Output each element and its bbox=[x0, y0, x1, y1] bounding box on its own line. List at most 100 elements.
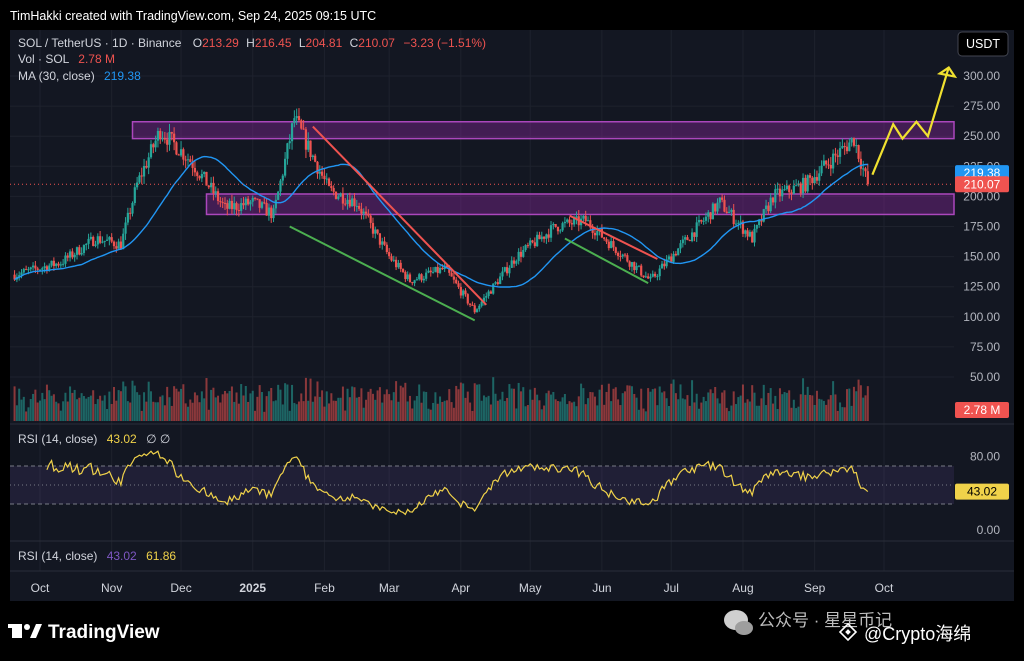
candle-body bbox=[73, 254, 76, 258]
volume-bar bbox=[304, 377, 307, 421]
candle-body bbox=[348, 199, 351, 207]
volume-bar bbox=[494, 393, 497, 421]
volume-bar bbox=[702, 396, 705, 421]
volume-label[interactable]: Vol · SOL bbox=[18, 52, 70, 66]
volume-bar bbox=[94, 404, 97, 421]
volume-bar bbox=[550, 394, 553, 421]
candle-body bbox=[695, 222, 698, 237]
volume-bar bbox=[473, 383, 476, 421]
volume-bar bbox=[591, 392, 594, 421]
volume-bar bbox=[628, 385, 631, 421]
candle-body bbox=[658, 268, 661, 277]
price-tick-label: 50.00 bbox=[970, 370, 1000, 384]
volume-bar bbox=[214, 397, 217, 421]
candle-body bbox=[570, 223, 573, 225]
volume-bar bbox=[321, 390, 324, 421]
legend-line-2: Vol · SOL 2.78 M bbox=[18, 52, 115, 66]
volume-bar bbox=[841, 407, 844, 421]
volume-bar bbox=[667, 405, 670, 421]
candle-body bbox=[75, 247, 79, 255]
volume-bar bbox=[637, 409, 640, 421]
candle-body bbox=[704, 216, 708, 221]
candle-body bbox=[267, 207, 271, 216]
candle-body bbox=[466, 294, 469, 304]
volume-bar bbox=[325, 391, 328, 421]
volume-bar bbox=[80, 393, 83, 421]
volume-bar bbox=[138, 394, 141, 421]
candle-body bbox=[737, 222, 740, 224]
candle-body bbox=[314, 155, 317, 162]
rsi-badge: 43.02 bbox=[967, 485, 997, 499]
volume-bar bbox=[334, 400, 337, 421]
volume-bar bbox=[420, 402, 423, 421]
candle-body bbox=[510, 260, 513, 268]
candle-body bbox=[309, 140, 312, 158]
candle-body bbox=[621, 254, 624, 257]
candle-body bbox=[378, 233, 382, 245]
candle-body bbox=[459, 286, 462, 296]
price-tick-label: 150.00 bbox=[963, 250, 1000, 264]
volume-bar bbox=[674, 393, 677, 421]
volume-bar bbox=[501, 391, 504, 421]
volume-bar bbox=[302, 401, 305, 421]
candle-body bbox=[249, 201, 252, 205]
candle-body bbox=[196, 172, 199, 176]
candle-body bbox=[438, 268, 442, 273]
candle-body bbox=[475, 309, 479, 313]
volume-bar bbox=[619, 405, 622, 421]
candle-body bbox=[186, 159, 190, 161]
candle-body bbox=[105, 239, 109, 241]
volume-bar bbox=[644, 411, 647, 421]
volume-bar bbox=[832, 381, 835, 421]
candle-body bbox=[862, 168, 865, 170]
volume-bar bbox=[71, 392, 74, 421]
support-zone bbox=[205, 193, 955, 216]
volume-bar bbox=[552, 391, 555, 421]
candle-body bbox=[790, 192, 793, 194]
candle-body bbox=[124, 222, 127, 234]
volume-bar bbox=[441, 401, 444, 421]
volume-bar bbox=[492, 377, 495, 421]
currency-button-label[interactable]: USDT bbox=[966, 37, 1000, 51]
candle-body bbox=[427, 270, 430, 273]
volume-bar bbox=[39, 400, 41, 421]
volume-bar bbox=[143, 392, 146, 421]
symbol-label[interactable]: SOL / TetherUS · 1D · Binance bbox=[18, 36, 182, 50]
low-value: 204.81 bbox=[306, 36, 343, 50]
candle-body bbox=[226, 203, 229, 209]
candle-body bbox=[776, 188, 779, 190]
rsi2-label[interactable]: RSI (14, close) bbox=[18, 549, 97, 563]
volume-bar bbox=[311, 401, 314, 421]
candle-body bbox=[723, 199, 726, 212]
candle-body bbox=[154, 140, 157, 148]
volume-bar bbox=[839, 402, 842, 421]
volume-bar bbox=[219, 402, 222, 421]
candle-body bbox=[96, 236, 99, 245]
volume-bar bbox=[818, 398, 821, 421]
change-value: −3.23 (−1.51%) bbox=[403, 36, 486, 50]
candle-body bbox=[260, 202, 264, 208]
candle-body bbox=[501, 271, 504, 277]
chart-canvas[interactable]: 300.00275.00250.00225.00200.00175.00150.… bbox=[0, 0, 1024, 661]
ma-label[interactable]: MA (30, close) bbox=[18, 69, 95, 83]
volume-bar bbox=[850, 405, 853, 421]
volume-bar bbox=[210, 389, 213, 421]
candle-body bbox=[517, 251, 520, 262]
volume-bar bbox=[388, 394, 391, 421]
volume-bar bbox=[66, 401, 69, 421]
rsi-tick-label: 80.00 bbox=[970, 450, 1000, 464]
candle-body bbox=[57, 263, 60, 266]
candle-body bbox=[279, 180, 282, 192]
volume-bar bbox=[765, 405, 768, 421]
candle-body bbox=[420, 274, 423, 281]
rsi-label[interactable]: RSI (14, close) bbox=[18, 432, 97, 446]
legend-line-3: MA (30, close) 219.38 bbox=[18, 69, 141, 83]
candle-body bbox=[126, 212, 129, 223]
volume-bar bbox=[556, 401, 559, 421]
candle-body bbox=[281, 175, 284, 181]
volume-bar bbox=[110, 404, 113, 421]
volume-bar bbox=[774, 395, 777, 421]
time-tick-label: May bbox=[519, 581, 542, 595]
volume-bar bbox=[737, 397, 740, 421]
volume-bar bbox=[341, 386, 344, 421]
